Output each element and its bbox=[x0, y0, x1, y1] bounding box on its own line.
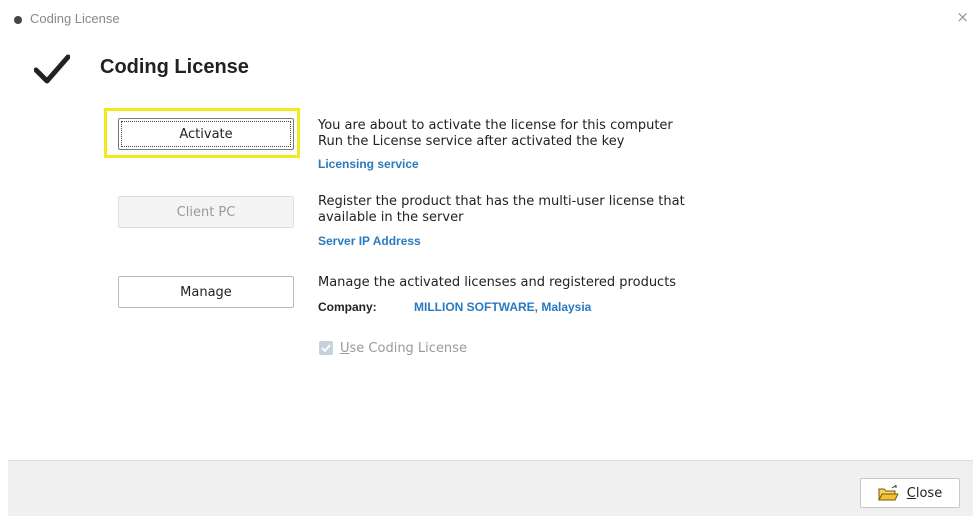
check-small-icon bbox=[321, 344, 331, 352]
server-ip-link[interactable]: Server IP Address bbox=[318, 234, 421, 248]
client-description: Register the product that has the multi-… bbox=[318, 194, 685, 226]
use-license-label[interactable]: Use Coding License bbox=[340, 341, 467, 356]
use-license-checkbox[interactable] bbox=[319, 341, 333, 355]
company-value[interactable]: MILLION SOFTWARE, Malaysia bbox=[414, 300, 591, 314]
page-title: Coding License bbox=[100, 56, 249, 78]
close-icon[interactable]: × bbox=[956, 8, 969, 26]
circle-icon bbox=[14, 16, 22, 24]
activate-desc-line1: You are about to activate the license fo… bbox=[318, 118, 673, 133]
manage-description: Manage the activated licenses and regist… bbox=[318, 275, 677, 290]
title-bar: Coding License × bbox=[0, 0, 973, 38]
activate-button[interactable]: Activate bbox=[118, 118, 294, 150]
close-button-label: Close bbox=[907, 486, 942, 501]
checkmark-icon bbox=[34, 54, 70, 84]
client-desc-line2: available in the server bbox=[318, 210, 464, 225]
activate-desc-line2: Run the License service after activated … bbox=[318, 134, 625, 149]
activate-description: You are about to activate the license fo… bbox=[318, 118, 673, 150]
folder-open-icon bbox=[877, 485, 899, 501]
focus-ring bbox=[121, 121, 291, 147]
client-pc-button[interactable]: Client PC bbox=[118, 196, 294, 228]
close-button[interactable]: Close bbox=[860, 478, 960, 508]
window-title: Coding License bbox=[30, 11, 120, 26]
use-license-label-rest: se Coding License bbox=[349, 341, 467, 356]
licensing-service-link[interactable]: Licensing service bbox=[318, 157, 419, 171]
footer-bar bbox=[8, 460, 973, 516]
close-mnemonic: C bbox=[906, 485, 916, 501]
use-license-mnemonic: U bbox=[340, 341, 350, 356]
client-desc-line1: Register the product that has the multi-… bbox=[318, 194, 685, 209]
company-label: Company: bbox=[318, 300, 377, 314]
close-label-rest: lose bbox=[915, 485, 943, 501]
manage-button[interactable]: Manage bbox=[118, 276, 294, 308]
